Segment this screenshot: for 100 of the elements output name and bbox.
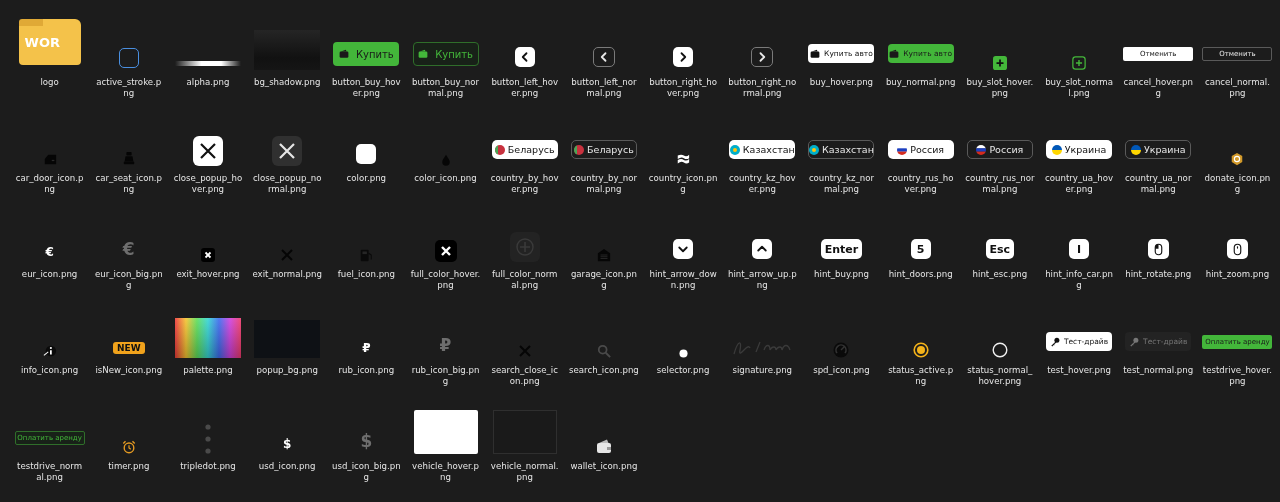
radio-icon [991,342,1008,358]
car-seat-icon [121,150,136,166]
file-name: usd_icon.png [257,461,317,472]
wallet-icon [889,48,900,59]
blank-panel [413,410,478,454]
currency-sign: ₽ [439,335,452,355]
key-label: Esc [989,242,1011,256]
vertical-dots-icon [204,424,211,454]
key-label: Enter [824,242,859,256]
file-name: country_by_normal.png [569,173,639,195]
file-name: alpha.png [185,77,231,88]
file-name: selector.png [655,365,711,376]
file-name: country_ua_normal.png [1124,173,1193,195]
file-name: vehicle_normal.png [489,461,560,483]
file-name: vehicle_hover.png [411,461,480,483]
close-icon [192,136,223,166]
file-name: color.png [345,173,388,184]
file-name: car_seat_icon.png [94,173,164,195]
file-name: hint_doors.png [887,269,954,280]
file-name: country_rus_normal.png [964,173,1035,195]
file-name: country_icon.png [648,173,719,195]
file-name: test_hover.png [1046,365,1112,376]
key-label: I [1077,242,1082,256]
currency-sign: ₽ [362,341,371,355]
file-name: button_buy_hover.png [331,77,402,99]
flag-icon [574,144,585,155]
flag-icon [729,144,740,155]
key-icon [1049,336,1060,347]
file-name: buy_normal.png [885,77,956,88]
flag-icon [675,152,692,166]
file-name: button_left_hover.png [490,77,560,99]
file-name: donate_icon.png [1203,173,1272,195]
currency-sign: $ [282,437,292,451]
file-name: usd_icon_big.png [331,461,402,483]
file-name: hint_zoom.png [1204,269,1271,280]
button-label: Россия [910,144,945,155]
file-name: hint_arrow_up.png [727,269,798,291]
close-icon [200,248,215,262]
fuel-icon [359,248,374,262]
file-name: palette.png [182,365,234,376]
file-name: tripledot.png [179,461,237,472]
plus-icon [1072,56,1087,70]
file-name: hint_buy.png [813,269,870,280]
file-name: buy_hover.png [808,77,875,88]
file-name: car_door_icon.png [14,173,85,195]
file-name: country_by_hover.png [489,173,560,195]
file-name: test_normal.png [1123,365,1194,376]
radio-icon [912,342,929,358]
logo-text: WOR [24,34,60,50]
file-name: buy_slot_normal.png [1044,77,1114,99]
plus-icon [992,56,1007,70]
wallet-icon [418,49,429,59]
file-name: garage_icon.png [569,269,638,291]
file-name: cancel_hover.png [1123,77,1194,99]
color-palette [174,318,241,358]
rounded-square [356,144,377,164]
plus-icon [509,232,540,262]
file-name: country_rus_hover.png [886,173,955,195]
close-icon [434,240,457,262]
file-name: search_icon.png [568,365,639,376]
alarm-clock-icon [121,440,136,454]
file-name: eur_icon.png [20,269,79,280]
flag-icon [809,144,820,155]
file-name: popup_bg.png [255,365,319,376]
file-name: cancel_normal.png [1203,77,1271,99]
garage-icon [596,248,611,262]
key-label: 5 [916,242,925,256]
file-name: eur_icon_big.png [93,269,164,291]
currency-sign: € [45,245,54,259]
key-icon [1129,336,1140,347]
file-name: country_ua_hover.png [1044,173,1114,195]
flag-icon [976,144,987,155]
file-name: rub_icon_big.png [410,365,481,387]
file-name: timer.png [107,461,151,472]
button-label: Казахстан [822,144,874,155]
file-name: hint_esc.png [971,269,1029,280]
button-label: Россия [989,144,1024,155]
button-label: Казахстан [742,144,795,155]
file-name: rub_icon.png [337,365,396,376]
file-name: color_icon.png [413,173,478,184]
flag-icon [1051,144,1062,155]
file-name: button_right_normal.png [727,77,798,99]
file-name: button_right_hover.png [648,77,718,99]
button-label: Купить [355,48,394,60]
file-name: button_buy_normal.png [410,77,481,99]
button-label: Беларусь [587,144,634,155]
flag-icon [494,144,505,155]
file-name: close_popup_hover.png [172,173,243,195]
gauge-icon [833,342,850,358]
file-name: testdrive_normal.png [16,461,84,483]
file-name: hint_rotate.png [1124,269,1193,280]
flag-icon [1130,144,1141,155]
file-name: button_left_normal.png [570,77,638,99]
file-name: full_color_normal.png [491,269,559,291]
coin-icon [1230,152,1245,166]
button-label: Беларусь [507,144,555,155]
file-name: status_normal_hover.png [966,365,1034,387]
dot-icon [678,349,688,358]
wallet-icon [810,48,821,59]
currency-sign: € [122,239,135,259]
